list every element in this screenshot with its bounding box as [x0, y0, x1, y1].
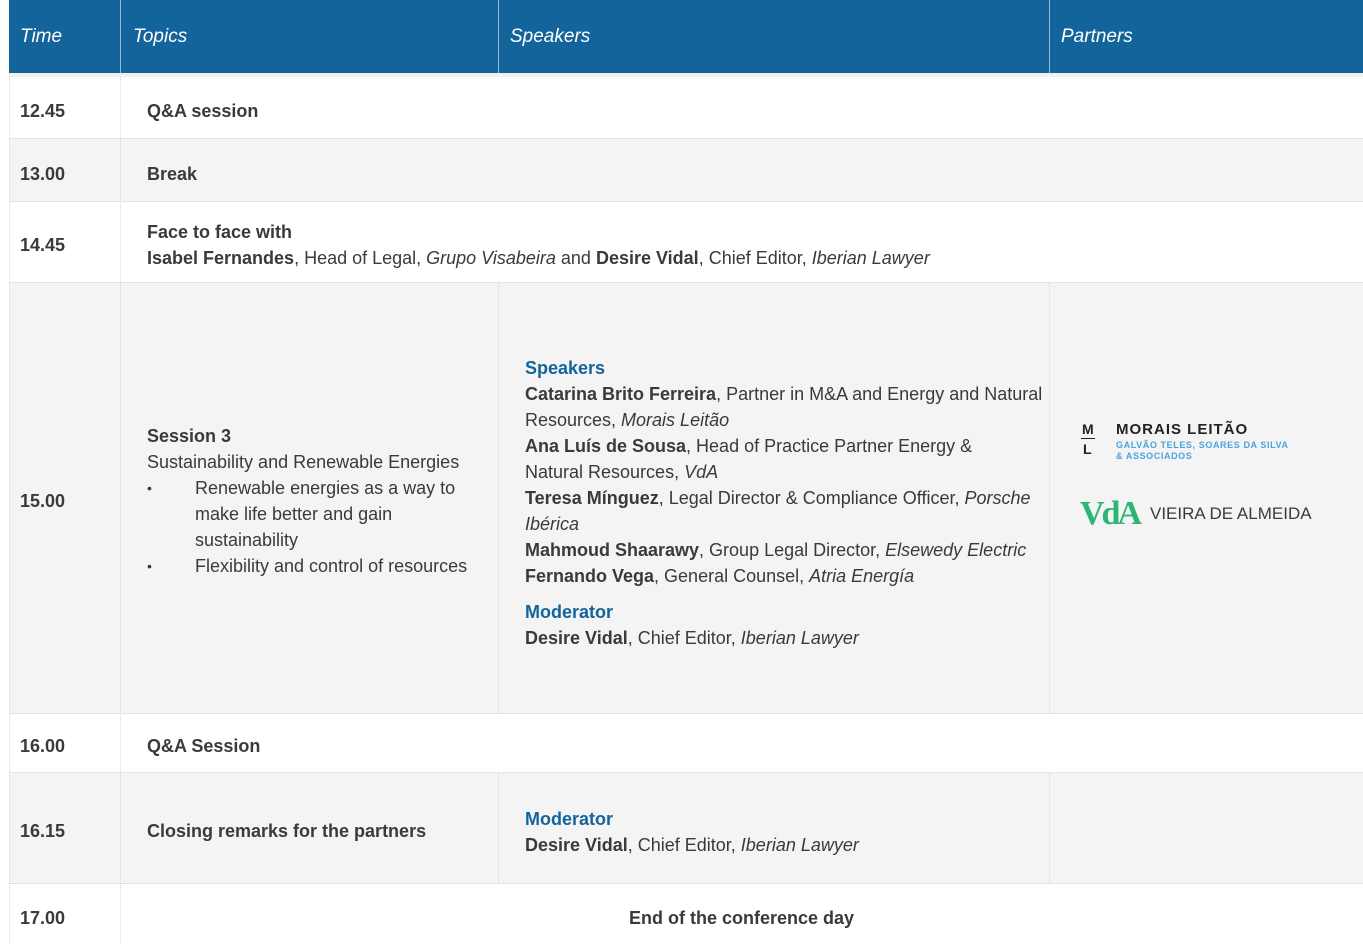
row-divider — [9, 883, 1363, 884]
ml-mark-bottom: L — [1083, 441, 1092, 457]
speaker-name: Catarina Brito Ferreira — [525, 384, 717, 404]
ml-mark-rule — [1081, 438, 1095, 439]
bullet-item: Renewable energies as a way to make life… — [147, 475, 492, 553]
moderator-entry: Desire Vidal, Chief Editor, Iberian Lawy… — [525, 832, 859, 858]
participant-name: Desire Vidal — [595, 248, 699, 268]
moderator-heading: Moderator — [525, 602, 614, 622]
header-partners: Partners — [1061, 25, 1133, 47]
time-cell: 13.00 — [20, 164, 66, 184]
time-cell: 14.45 — [20, 235, 66, 255]
moderator-heading: Moderator — [525, 809, 614, 829]
speaker-name: Mahmoud Shaarawy — [525, 540, 700, 560]
topic-participants: Isabel Fernandes, Head of Legal, Grupo V… — [147, 245, 930, 271]
session-subtitle: Sustainability and Renewable Energies — [147, 452, 460, 472]
topic-block: Face to face with Isabel Fernandes, Head… — [147, 219, 930, 271]
moderator-org: Iberian Lawyer — [740, 835, 859, 855]
speaker-org: Atria Energía — [809, 566, 915, 586]
row-divider — [9, 713, 1363, 714]
ml-subtitle: GALVÃO TELES, SOARES DA SILVA — [1116, 440, 1289, 450]
ml-name: MORAIS LEITÃO — [1116, 421, 1249, 438]
header-divider — [498, 0, 499, 73]
topic-block: Session 3 Sustainability and Renewable E… — [147, 423, 492, 579]
time-cell: 16.15 — [20, 821, 66, 841]
column-divider — [1049, 773, 1050, 883]
speaker-entry: Mahmoud Shaarawy, Group Legal Director, … — [525, 537, 1045, 563]
column-divider — [1049, 283, 1050, 713]
participant-org: Grupo Visabeira — [426, 248, 556, 268]
moderator-name: Desire Vidal — [525, 835, 628, 855]
moderator-org: Iberian Lawyer — [740, 628, 859, 648]
speakers-block: Speakers Catarina Brito Ferreira, Partne… — [525, 355, 1045, 651]
speaker-entry: Teresa Mínguez, Legal Director & Complia… — [525, 485, 1045, 537]
column-divider — [9, 77, 10, 944]
topic-title: Closing remarks for the partners — [147, 821, 427, 841]
moderator-entry: Desire Vidal, Chief Editor, Iberian Lawy… — [525, 625, 1045, 651]
speaker-name: Fernando Vega — [525, 566, 655, 586]
row-divider — [9, 138, 1363, 139]
time-cell: 12.45 — [20, 101, 66, 121]
table-header: Time Topics Speakers Partners — [9, 0, 1363, 73]
vda-mark: VdA — [1080, 495, 1142, 532]
row-divider — [9, 282, 1363, 283]
header-topics: Topics — [133, 25, 188, 47]
speaker-org: Elsewedy Electric — [885, 540, 1027, 560]
header-time: Time — [20, 25, 63, 47]
header-speakers: Speakers — [510, 25, 591, 47]
speaker-name: Ana Luís de Sousa — [525, 436, 687, 456]
morais-leitao-logo: M L MORAIS LEITÃO GALVÃO TELES, SOARES D… — [1068, 419, 1338, 469]
speaker-role: , General Counsel, — [654, 566, 810, 586]
vda-name: VIEIRA DE ALMEIDA — [1150, 504, 1312, 523]
row-divider — [9, 772, 1363, 773]
time-cell: 16.00 — [20, 736, 66, 756]
participant-name: Isabel Fernandes — [147, 248, 295, 268]
participant-org: Iberian Lawyer — [811, 248, 930, 268]
conjunction: and — [555, 248, 596, 268]
header-divider — [1049, 0, 1050, 73]
session-title: Session 3 — [147, 426, 232, 446]
header-divider — [120, 0, 121, 73]
speaker-role: , Group Legal Director, — [699, 540, 886, 560]
time-cell: 15.00 — [20, 491, 66, 511]
topic-title: Q&A session — [147, 101, 259, 121]
moderator-role: , Chief Editor, — [627, 835, 741, 855]
topic-title: Break — [147, 164, 198, 184]
column-divider — [498, 773, 499, 883]
vieira-de-almeida-logo: VdA VIEIRA DE ALMEIDA — [1080, 495, 1340, 537]
table-row — [9, 139, 1363, 201]
moderator-name: Desire Vidal — [525, 628, 628, 648]
time-cell: 17.00 — [20, 908, 66, 928]
column-divider — [498, 283, 499, 713]
topic-title: Face to face with — [147, 222, 293, 242]
row-divider — [9, 201, 1363, 202]
speaker-entry: Ana Luís de Sousa, Head of Practice Part… — [525, 433, 995, 485]
speaker-entry: Catarina Brito Ferreira, Partner in M&A … — [525, 381, 1045, 433]
topic-title: Q&A Session — [147, 736, 261, 756]
participant-role: , Head of Legal, — [294, 248, 427, 268]
bullet-item: Flexibility and control of resources — [147, 553, 492, 579]
speaker-org: VdA — [684, 462, 719, 482]
ml-subtitle: & ASSOCIADOS — [1116, 451, 1193, 461]
closing-text: End of the conference day — [628, 908, 855, 928]
moderator-role: , Chief Editor, — [627, 628, 741, 648]
session-bullets: Renewable energies as a way to make life… — [147, 475, 492, 579]
participant-role: , Chief Editor, — [698, 248, 812, 268]
column-divider — [120, 77, 121, 944]
speaker-org: Morais Leitão — [621, 410, 730, 430]
ml-mark-top: M — [1082, 421, 1094, 437]
speakers-heading: Speakers — [525, 358, 606, 378]
moderator-block: Moderator Desire Vidal, Chief Editor, Ib… — [525, 806, 859, 858]
speaker-entry: Fernando Vega, General Counsel, Atria En… — [525, 563, 1045, 589]
speaker-name: Teresa Mínguez — [525, 488, 659, 508]
speaker-role: , Legal Director & Compliance Officer, — [658, 488, 965, 508]
